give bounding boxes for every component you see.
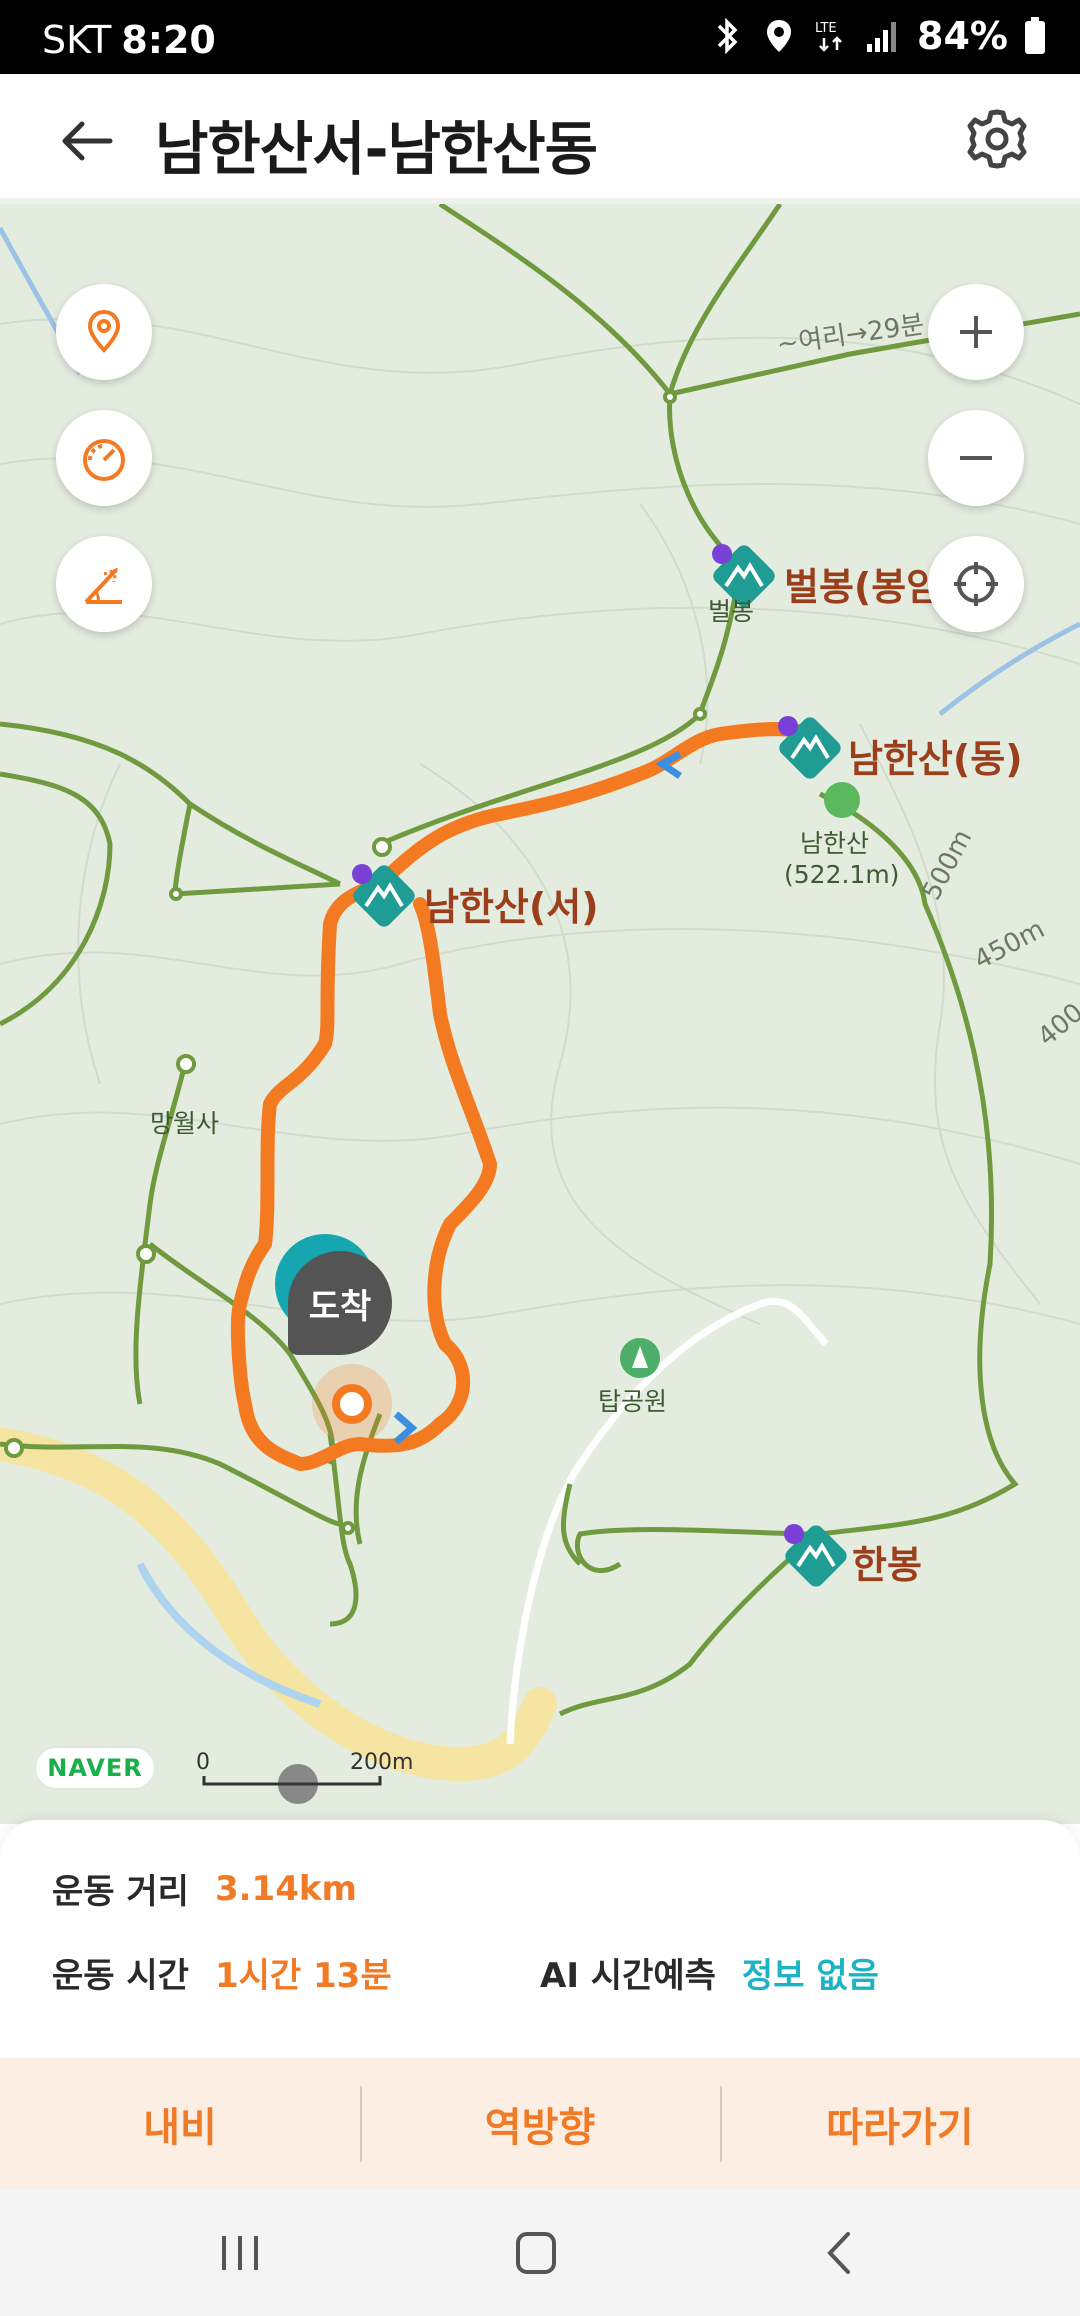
- elevation-icon: [84, 567, 122, 604]
- time-value: 1시간 13분: [214, 1956, 392, 1996]
- recent-apps-icon[interactable]: [210, 2228, 270, 2278]
- contour-lines: [0, 317, 1080, 1325]
- end-point[interactable]: [332, 1384, 372, 1424]
- clock: 8:20: [121, 18, 216, 62]
- stream: [938, 621, 1080, 716]
- back-arrow-icon[interactable]: [52, 106, 122, 176]
- peak-label-namhansan-east: 남한산(동): [848, 737, 1023, 781]
- speed-button[interactable]: [56, 410, 152, 506]
- arrival-label: 도착: [308, 1286, 372, 1327]
- status-bar: SKT 8:20 LTE 84%: [0, 0, 1080, 74]
- action-bar: 내비 역방향 따라가기: [0, 2058, 1080, 2190]
- elevation-button[interactable]: [56, 536, 152, 632]
- peak-icon-namhansan-west[interactable]: [348, 860, 420, 932]
- navi-button[interactable]: 내비: [0, 2058, 360, 2190]
- battery-icon: [1025, 17, 1045, 54]
- peak-sublabel-beolbong: 벌봉: [708, 597, 755, 626]
- system-nav-bar: [0, 2190, 1080, 2316]
- peak-label-namhansan-west: 남한산(서): [424, 885, 599, 929]
- peak-icon-hanbong[interactable]: [780, 1520, 852, 1592]
- my-location-button[interactable]: [56, 284, 152, 380]
- follow-button[interactable]: 따라가기: [720, 2058, 1080, 2190]
- speedometer-icon: [83, 439, 125, 481]
- location-icon: [767, 20, 792, 52]
- app-header: 남한산서-남한산동: [0, 74, 1080, 204]
- distance-row: 운동 거리 3.14km: [52, 1864, 357, 1913]
- zoom-out-button[interactable]: [928, 410, 1024, 506]
- distance-value: 3.14km: [214, 1868, 357, 1909]
- place-mangwolsa: 망월사: [150, 1109, 220, 1138]
- ai-estimate-label: AI 시간예측: [540, 1956, 716, 1996]
- location-pin-icon: [87, 309, 121, 353]
- bluetooth-icon: [717, 17, 738, 55]
- zoom-out-icon: [960, 456, 992, 460]
- crosshair-icon: [954, 562, 998, 606]
- place-tapgongwon: 탑공원: [598, 1387, 668, 1416]
- time-label: 운동 시간: [52, 1956, 189, 1996]
- scale-zero: 0: [196, 1750, 210, 1775]
- recenter-button[interactable]: [928, 536, 1024, 632]
- summit-name: 남한산: [800, 829, 870, 858]
- signal-icon: [867, 22, 897, 52]
- gear-icon[interactable]: [962, 104, 1032, 174]
- ai-estimate-row: AI 시간예측 정보 없음: [540, 1948, 879, 1997]
- zoom-in-icon: [960, 316, 992, 348]
- summit-marker[interactable]: [824, 782, 860, 818]
- battery-percent: 84%: [917, 14, 1008, 58]
- peak-label-beolbong: 벌봉(봉암: [784, 565, 942, 609]
- zoom-in-button[interactable]: [928, 284, 1024, 380]
- time-row: 운동 시간 1시간 13분: [52, 1948, 392, 1997]
- lte-icon: LTE: [815, 21, 842, 52]
- hiking-trails: [0, 204, 1080, 1717]
- ai-estimate-value: 정보 없음: [741, 1956, 879, 1996]
- peak-label-hanbong: 한봉: [852, 1543, 922, 1587]
- arrival-marker[interactable]: 도착: [288, 1251, 392, 1355]
- home-icon[interactable]: [506, 2228, 566, 2278]
- lte-text: LTE: [815, 21, 837, 36]
- page-title: 남한산서-남한산동: [155, 115, 598, 183]
- reverse-button[interactable]: 역방향: [360, 2058, 720, 2190]
- route-info-sheet: 운동 거리 3.14km 운동 시간 1시간 13분 AI 시간예측 정보 없음: [0, 1820, 1080, 2060]
- peak-icon-namhansan-east[interactable]: [774, 712, 846, 784]
- carrier-name: SKT: [42, 18, 112, 62]
- distance-label: 운동 거리: [52, 1872, 189, 1912]
- summit-height: (522.1m): [784, 860, 900, 889]
- naver-logo: NAVER: [34, 1746, 156, 1790]
- trail-map[interactable]: 벌봉(봉암 벌봉 남한산(동) 남한산(서) 한봉 남한산 (522.1m) 망…: [0, 204, 1080, 1824]
- back-icon[interactable]: [810, 2228, 870, 2278]
- scale-max: 200m: [350, 1750, 414, 1775]
